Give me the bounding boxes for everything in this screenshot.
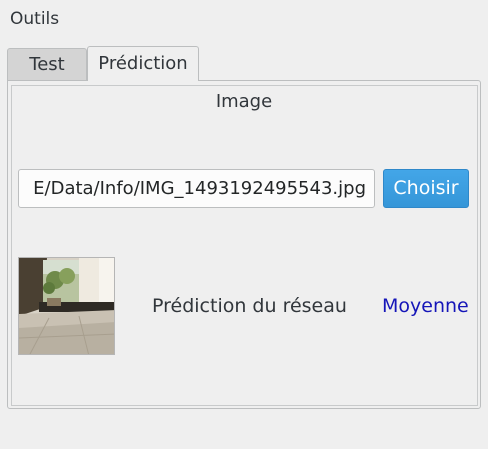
file-path-text: E/Data/Info/IMG_1493192495543.jpg [33, 178, 366, 199]
file-path-field[interactable]: E/Data/Info/IMG_1493192495543.jpg [18, 169, 375, 208]
choose-button[interactable]: Choisir [383, 169, 469, 208]
tools-group-title: Outils [10, 9, 60, 29]
image-section-title: Image [215, 91, 273, 112]
thumbnail-photo [19, 258, 114, 354]
prediction-panel-frame [11, 85, 478, 406]
prediction-value: Moyenne [382, 295, 469, 317]
image-thumbnail [18, 257, 115, 355]
tab-prediction[interactable]: Prédiction [87, 46, 199, 81]
tab-test[interactable]: Test [7, 48, 87, 81]
prediction-label: Prédiction du réseau [152, 295, 347, 317]
tab-bar: Test Prédiction [7, 46, 481, 81]
